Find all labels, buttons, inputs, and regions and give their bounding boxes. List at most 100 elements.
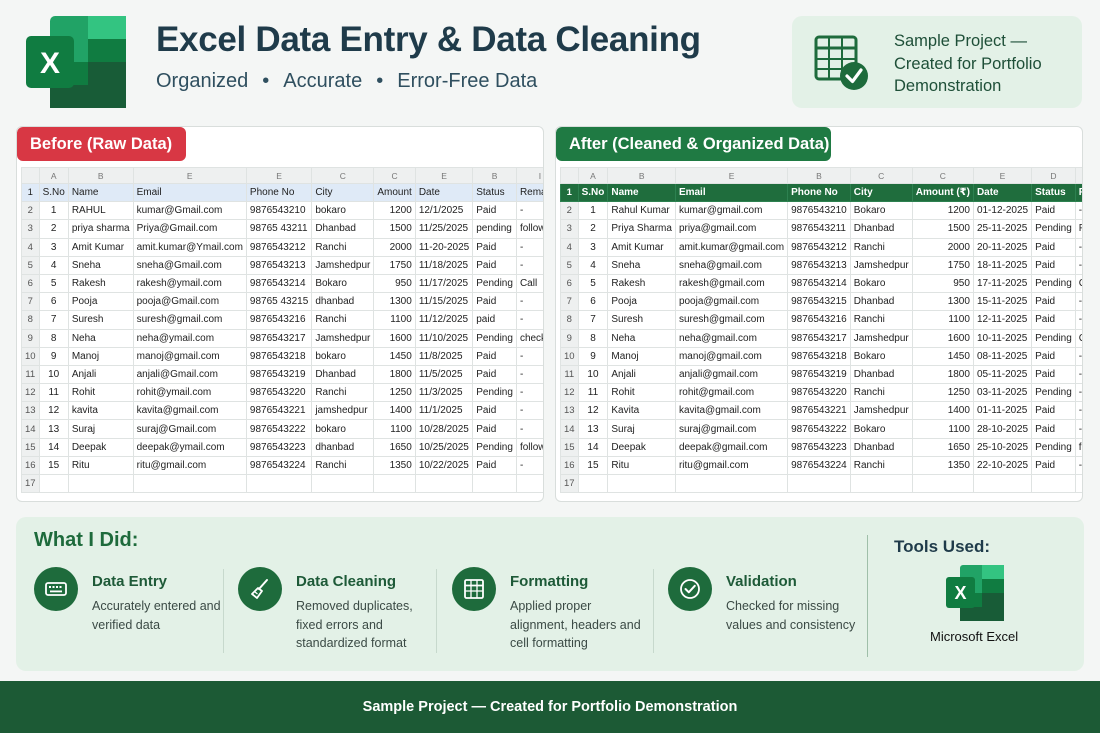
data-cell[interactable]: Bokaro <box>849 346 913 366</box>
data-cell[interactable]: 01-12-2025 <box>972 201 1033 221</box>
data-cell[interactable]: Dhanbad <box>311 219 375 239</box>
data-cell[interactable]: 9876543212 <box>787 237 851 257</box>
data-cell[interactable]: Suresh <box>67 310 134 330</box>
data-cell[interactable]: 9876543210 <box>245 201 313 221</box>
data-cell[interactable]: 9876543220 <box>787 383 851 403</box>
data-cell[interactable]: 5 <box>38 273 69 294</box>
data-cell[interactable]: 7 <box>577 310 609 330</box>
data-cell[interactable]: Suraj <box>67 419 134 439</box>
data-cell[interactable]: 9876543222 <box>787 419 851 439</box>
data-cell[interactable]: Amit Kumar <box>607 237 676 257</box>
data-cell[interactable]: Paid <box>472 201 517 221</box>
data-cell[interactable]: 9876543213 <box>787 255 851 275</box>
data-cell[interactable]: 1350 <box>911 455 974 476</box>
header-cell[interactable]: Date <box>414 182 474 203</box>
header-cell[interactable]: City <box>849 182 913 203</box>
data-cell[interactable]: 9876543212 <box>245 237 313 257</box>
data-cell[interactable]: deepak@gmail.com <box>674 437 789 457</box>
data-cell[interactable]: 2000 <box>911 237 974 257</box>
empty-cell[interactable] <box>67 473 134 494</box>
data-cell[interactable]: - <box>1074 455 1082 476</box>
data-cell[interactable]: Paid <box>1031 364 1076 385</box>
data-cell[interactable]: 15 <box>577 455 609 476</box>
data-cell[interactable]: 7 <box>38 310 69 330</box>
data-cell[interactable]: 1 <box>577 201 609 221</box>
data-cell[interactable]: Suresh <box>607 310 676 330</box>
data-cell[interactable]: Paid <box>1031 201 1076 221</box>
data-cell[interactable]: 98765 43215 <box>245 292 313 312</box>
header-cell[interactable]: S.No <box>38 182 69 203</box>
data-cell[interactable]: 4 <box>577 255 609 275</box>
header-cell[interactable]: Remarks <box>515 182 543 203</box>
data-cell[interactable]: Jamshedpur <box>849 401 913 421</box>
empty-cell[interactable] <box>373 473 416 494</box>
empty-cell[interactable] <box>132 473 247 494</box>
data-cell[interactable]: 1100 <box>373 419 416 439</box>
data-cell[interactable]: Anjali <box>607 364 676 385</box>
data-cell[interactable]: rakesh@gmail.com <box>674 273 789 294</box>
data-cell[interactable]: Paid <box>1031 419 1076 439</box>
data-cell[interactable]: Paid <box>1031 401 1076 421</box>
data-cell[interactable]: Ranchi <box>849 455 913 476</box>
data-cell[interactable]: Pooja <box>67 292 134 312</box>
data-cell[interactable]: Neha <box>607 328 676 348</box>
data-cell[interactable]: Pending <box>1031 437 1076 457</box>
data-cell[interactable]: Ranchi <box>311 455 375 476</box>
data-cell[interactable]: 11/3/2025 <box>414 383 474 403</box>
empty-cell[interactable] <box>245 473 313 494</box>
data-cell[interactable]: rohit@gmail.com <box>674 383 789 403</box>
data-cell[interactable]: 25-11-2025 <box>972 219 1033 239</box>
data-cell[interactable]: Bokaro <box>849 273 913 294</box>
data-cell[interactable]: follow up <box>515 219 543 239</box>
data-cell[interactable]: 2 <box>38 219 69 239</box>
empty-cell[interactable] <box>38 473 69 494</box>
data-cell[interactable]: 01-11-2025 <box>972 401 1033 421</box>
data-cell[interactable]: 15 <box>38 455 69 476</box>
data-cell[interactable]: anjali@gmail.com <box>674 364 789 385</box>
data-cell[interactable]: Ritu <box>607 455 676 476</box>
data-cell[interactable]: bokaro <box>311 419 375 439</box>
data-cell[interactable]: 11 <box>38 383 69 403</box>
data-cell[interactable]: Kavita <box>607 401 676 421</box>
data-cell[interactable]: 1800 <box>373 364 416 385</box>
data-cell[interactable]: 22-10-2025 <box>972 455 1033 476</box>
data-cell[interactable]: 1250 <box>373 383 416 403</box>
data-cell[interactable]: - <box>1074 419 1082 439</box>
data-cell[interactable]: 9876543223 <box>245 437 313 457</box>
data-cell[interactable]: 6 <box>38 292 69 312</box>
data-cell[interactable]: Pending <box>1031 273 1076 294</box>
data-cell[interactable]: - <box>1074 255 1082 275</box>
data-cell[interactable]: Anjali <box>67 364 134 385</box>
data-cell[interactable]: Paid <box>1031 455 1076 476</box>
data-cell[interactable]: neha@gmail.com <box>674 328 789 348</box>
data-cell[interactable]: ritu@gmail.com <box>674 455 789 476</box>
data-cell[interactable]: 08-11-2025 <box>972 346 1033 366</box>
data-cell[interactable]: pending <box>472 219 517 239</box>
data-cell[interactable]: 13 <box>577 419 609 439</box>
data-cell[interactable]: 1650 <box>911 437 974 457</box>
data-cell[interactable]: Amit Kumar <box>67 237 134 257</box>
data-cell[interactable]: Dhanbad <box>311 364 375 385</box>
data-cell[interactable]: Pending <box>1031 383 1076 403</box>
data-cell[interactable]: 1500 <box>911 219 974 239</box>
data-cell[interactable]: pooja@gmail.com <box>674 292 789 312</box>
data-cell[interactable]: 11-20-2025 <box>414 237 474 257</box>
data-cell[interactable]: check <box>515 328 543 348</box>
data-cell[interactable]: RAHUL <box>67 201 134 221</box>
data-cell[interactable]: 1200 <box>373 201 416 221</box>
data-cell[interactable]: - <box>515 255 543 275</box>
data-cell[interactable]: - <box>1074 401 1082 421</box>
data-cell[interactable]: Suraj <box>607 419 676 439</box>
data-cell[interactable]: 10 <box>38 364 69 385</box>
data-cell[interactable]: Manoj <box>67 346 134 366</box>
data-cell[interactable]: priya@gmail.com <box>674 219 789 239</box>
data-cell[interactable]: anjali@Gmail.com <box>132 364 247 385</box>
data-cell[interactable]: 3 <box>577 237 609 257</box>
data-cell[interactable]: Ranchi <box>311 310 375 330</box>
data-cell[interactable]: - <box>515 419 543 439</box>
data-cell[interactable]: - <box>1074 201 1082 221</box>
data-cell[interactable]: 9 <box>38 346 69 366</box>
empty-cell[interactable] <box>1074 473 1082 494</box>
data-cell[interactable]: - <box>515 292 543 312</box>
data-cell[interactable]: Manoj <box>607 346 676 366</box>
